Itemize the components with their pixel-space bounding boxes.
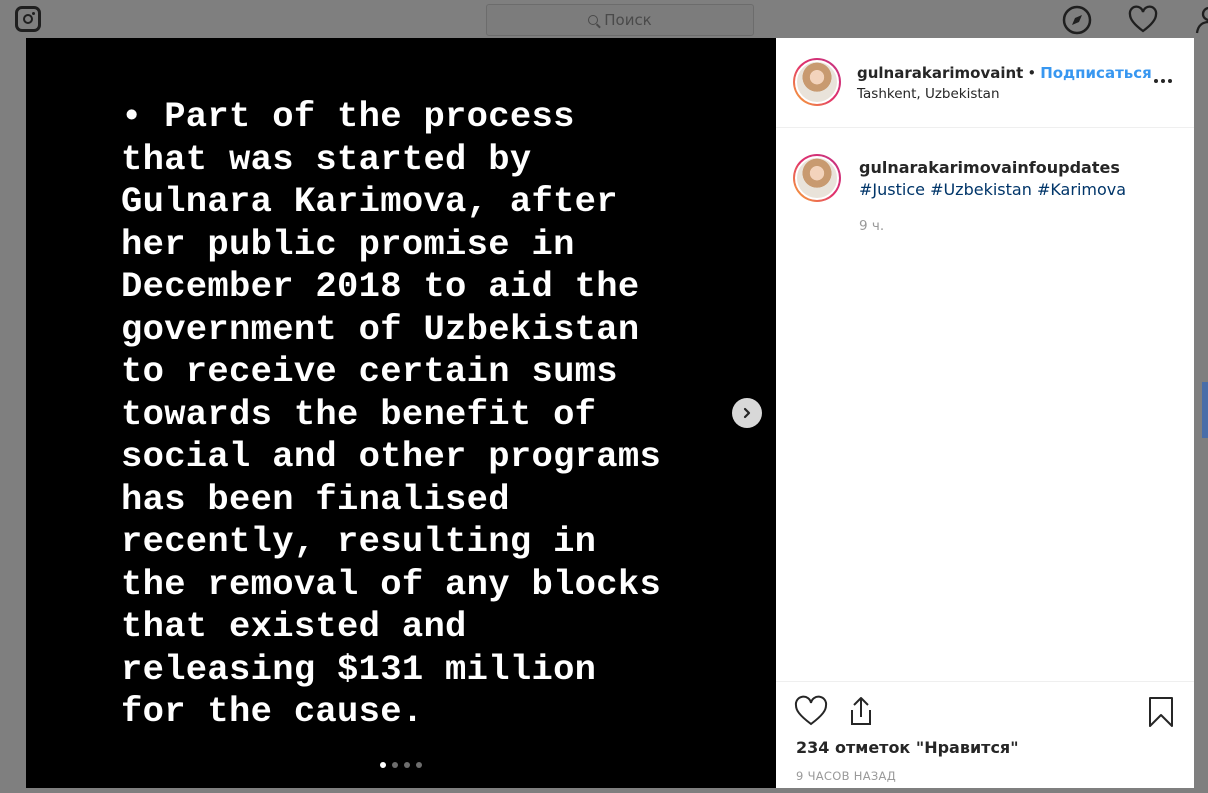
explore-compass-icon[interactable]: [1062, 5, 1092, 35]
more-options-icon[interactable]: [1152, 76, 1174, 86]
post-image-text: • Part of the process that was started b…: [121, 96, 662, 732]
carousel-dot: [416, 762, 422, 768]
share-icon[interactable]: [844, 695, 878, 729]
post-media[interactable]: • Part of the process that was started b…: [26, 38, 776, 788]
caption-timestamp: 9 ч.: [859, 218, 885, 234]
separator-dot: •: [1027, 64, 1037, 82]
search-placeholder: Поиск: [604, 11, 652, 29]
post-header: gulnarakarimovaint • Подписаться Tashkent,…: [776, 38, 1194, 128]
caption-avatar[interactable]: [793, 154, 841, 202]
chevron-right-icon: [743, 407, 751, 419]
bookmark-icon[interactable]: [1144, 695, 1178, 729]
activity-heart-icon[interactable]: [1128, 5, 1158, 35]
hashtag-link[interactable]: #Uzbekistan: [930, 180, 1032, 199]
profile-icon[interactable]: [1194, 5, 1208, 35]
post-side-panel: gulnarakarimovaint • Подписаться Tashkent,…: [776, 38, 1194, 788]
post-location[interactable]: Tashkent, Uzbekistan: [857, 86, 1000, 102]
post-caption: gulnarakarimovainfoupdates #Justice #Uzb…: [859, 157, 1179, 201]
follow-button[interactable]: Подписаться: [1040, 64, 1152, 82]
search-icon: [588, 15, 599, 25]
hashtag-link[interactable]: #Karimova: [1037, 180, 1126, 199]
likes-count[interactable]: 234 отметок "Нравится": [796, 738, 1019, 757]
carousel-indicator: [26, 762, 776, 768]
avatar[interactable]: [793, 58, 841, 106]
author-username[interactable]: gulnarakarimovaint: [857, 64, 1023, 82]
carousel-dot: [380, 762, 386, 768]
hashtag-link[interactable]: #Justice: [859, 180, 925, 199]
caption-username[interactable]: gulnarakarimovainfoupdates: [859, 158, 1120, 177]
carousel-dot: [392, 762, 398, 768]
carousel-dot: [404, 762, 410, 768]
post-actions: 234 отметок "Нравится" 9 ЧАСОВ НАЗАД: [776, 681, 1194, 789]
like-heart-icon[interactable]: [794, 695, 828, 729]
post-date: 9 ЧАСОВ НАЗАД: [796, 769, 896, 783]
top-navigation-bar: Поиск: [0, 0, 1208, 38]
post-author: gulnarakarimovaint • Подписаться: [857, 64, 1152, 82]
instagram-logo-icon[interactable]: [15, 6, 41, 32]
carousel-next-button[interactable]: [732, 398, 762, 428]
scrollbar-thumb[interactable]: [1202, 382, 1208, 438]
search-input[interactable]: Поиск: [486, 4, 754, 36]
